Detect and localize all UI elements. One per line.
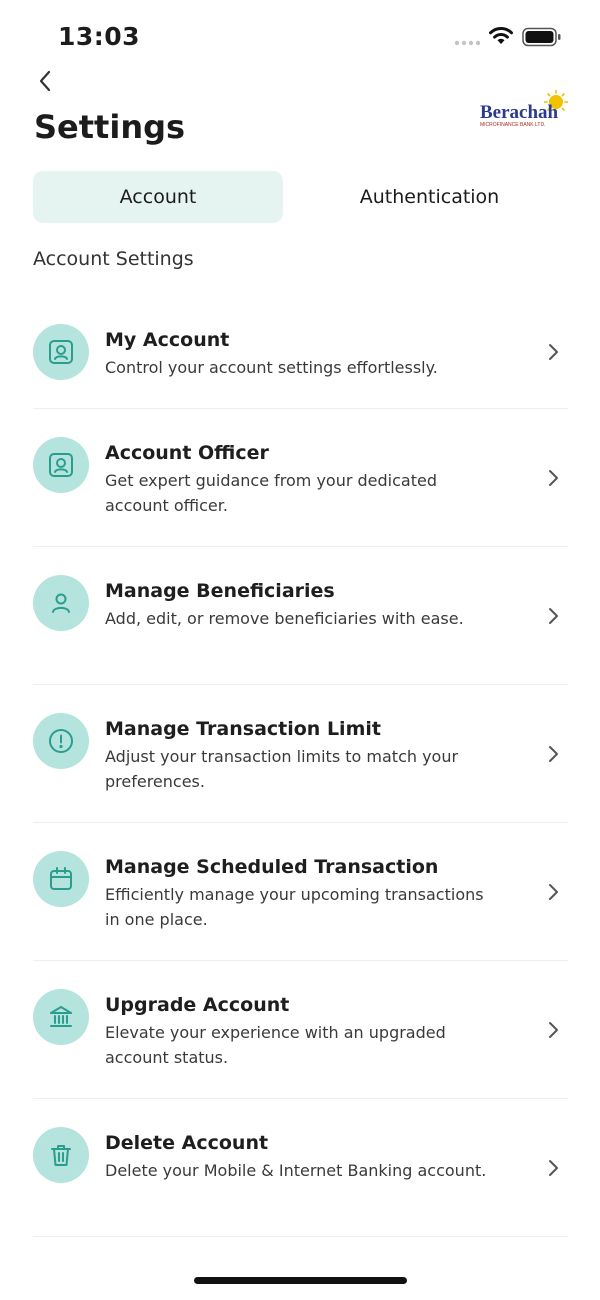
status-bar: 13:03 [0, 0, 600, 70]
tab-authentication[interactable]: Authentication [291, 171, 568, 223]
status-time: 13:03 [58, 22, 141, 51]
bank-icon [33, 989, 89, 1045]
item-description: Get expert guidance from your dedicated … [105, 471, 437, 515]
item-description: Efficiently manage your upcoming transac… [105, 885, 484, 929]
item-description: Elevate your experience with an upgraded… [105, 1023, 446, 1067]
list-item-manage-scheduled-transaction[interactable]: Manage Scheduled Transaction Efficiently… [33, 823, 568, 961]
item-description: Control your account settings effortless… [105, 358, 438, 377]
list-item-my-account[interactable]: My Account Control your account settings… [33, 300, 568, 409]
settings-tabs: Account Authentication [33, 171, 568, 223]
battery-icon [522, 27, 561, 47]
list-item-account-officer[interactable]: Account Officer Get expert guidance from… [33, 409, 568, 547]
user-icon [33, 575, 89, 631]
page-title: Settings [34, 108, 186, 146]
item-title: Manage Beneficiaries [105, 580, 335, 602]
section-label: Account Settings [33, 248, 194, 270]
alert-circle-icon [33, 713, 89, 769]
wifi-icon [489, 27, 513, 44]
logo-subtext: MICROFINANCE BANK LTD. [480, 122, 545, 128]
list-item-upgrade-account[interactable]: Upgrade Account Elevate your experience … [33, 961, 568, 1099]
chevron-right-icon [549, 884, 558, 900]
list-item-manage-beneficiaries[interactable]: Manage Beneficiaries Add, edit, or remov… [33, 547, 568, 685]
berachah-logo: Berachah MICROFINANCE BANK LTD. [480, 90, 568, 128]
home-indicator [194, 1277, 407, 1284]
list-item-manage-transaction-limit[interactable]: Manage Transaction Limit Adjust your tra… [33, 685, 568, 823]
item-title: My Account [105, 329, 230, 351]
chevron-right-icon [549, 344, 558, 360]
item-description: Delete your Mobile & Internet Banking ac… [105, 1161, 487, 1180]
item-title: Upgrade Account [105, 994, 290, 1016]
chevron-right-icon [549, 608, 558, 624]
chevron-left-icon [39, 70, 51, 92]
trash-icon [33, 1127, 89, 1183]
cellular-signal-icon [454, 40, 481, 46]
logo-wordmark: Berachah [480, 102, 559, 123]
account-settings-list: My Account Control your account settings… [33, 300, 568, 1237]
tab-account[interactable]: Account [33, 171, 283, 223]
chevron-right-icon [549, 1160, 558, 1176]
calendar-icon [33, 851, 89, 907]
list-item-delete-account[interactable]: Delete Account Delete your Mobile & Inte… [33, 1099, 568, 1237]
item-title: Delete Account [105, 1132, 269, 1154]
id-card-icon [33, 437, 89, 493]
id-card-icon [33, 324, 89, 380]
chevron-right-icon [549, 1022, 558, 1038]
item-title: Manage Scheduled Transaction [105, 856, 439, 878]
item-title: Account Officer [105, 442, 269, 464]
item-description: Adjust your transaction limits to match … [105, 747, 459, 791]
back-button[interactable] [30, 64, 60, 98]
chevron-right-icon [549, 470, 558, 486]
item-title: Manage Transaction Limit [105, 718, 381, 740]
item-description: Add, edit, or remove beneficiaries with … [105, 609, 464, 628]
chevron-right-icon [549, 746, 558, 762]
